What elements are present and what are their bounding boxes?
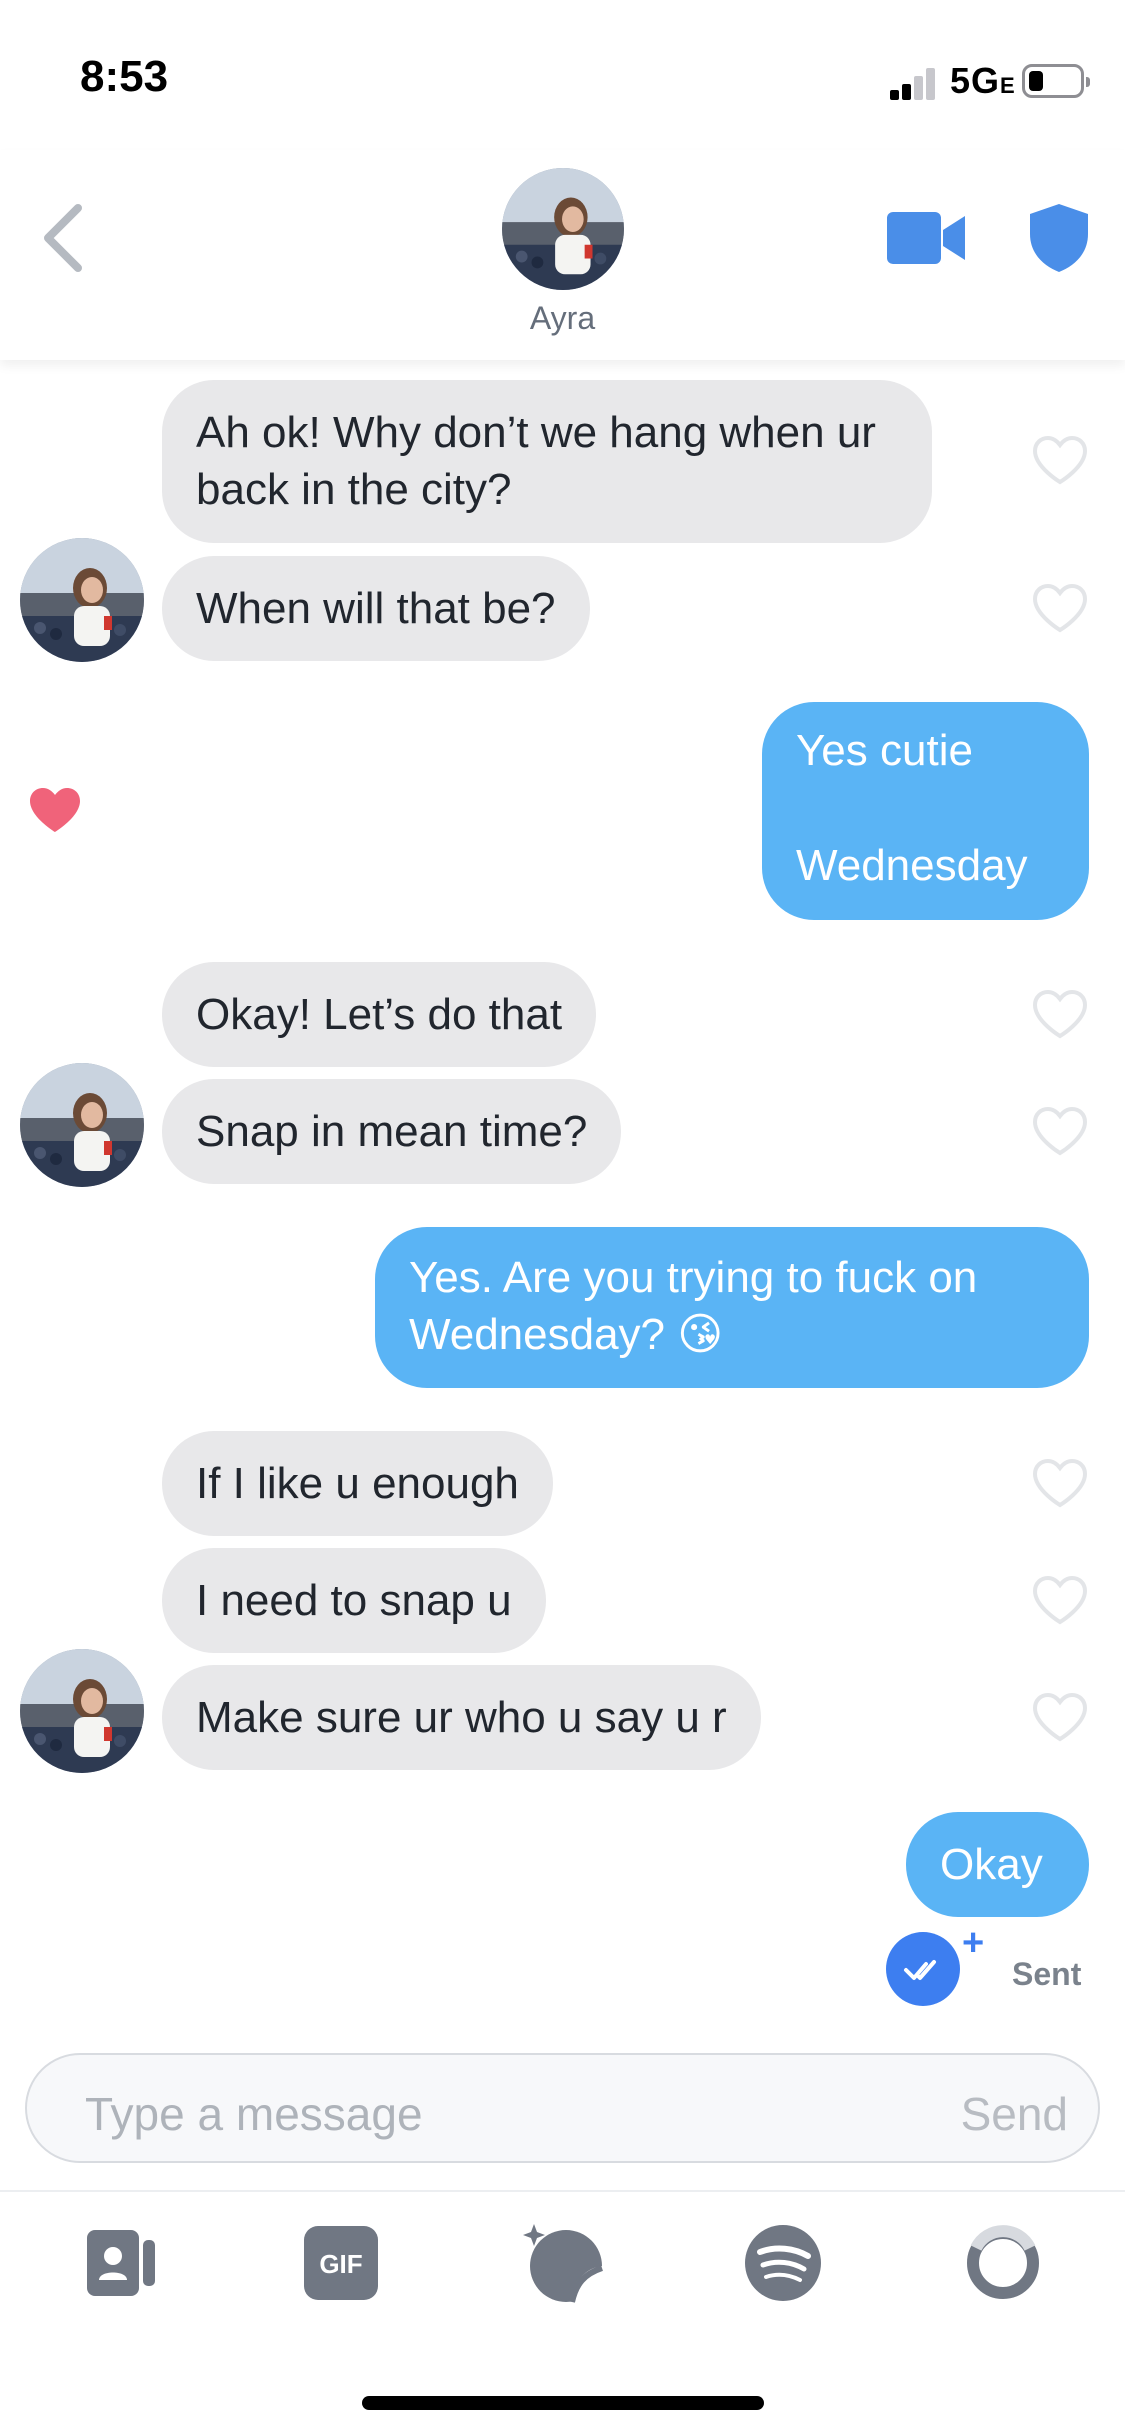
contact-name: Ayra: [529, 300, 596, 336]
sent-status-label: Sent: [1012, 1956, 1082, 1992]
incoming-message[interactable]: If I like u enough: [162, 1431, 553, 1536]
avatar-photo: [20, 1649, 144, 1773]
like-heart-icon[interactable]: [1031, 1574, 1089, 1626]
contact-avatar[interactable]: [20, 1649, 144, 1773]
network-type: 5G: [950, 60, 1001, 101]
incoming-message[interactable]: Okay! Let’s do that: [162, 962, 597, 1067]
like-heart-icon[interactable]: [1031, 1457, 1089, 1509]
status-time: 8:53: [80, 52, 169, 101]
like-heart-icon[interactable]: [1031, 1691, 1089, 1743]
contact-card-icon[interactable]: [77, 2218, 167, 2308]
loop-icon[interactable]: [958, 2218, 1048, 2308]
chat-header: Ayra: [0, 150, 1125, 360]
like-heart-icon[interactable]: [1031, 434, 1089, 486]
outgoing-message[interactable]: Yes cutie Wednesday: [762, 702, 1089, 920]
contact-avatar[interactable]: [20, 1063, 144, 1187]
incoming-message[interactable]: Snap in mean time?: [162, 1079, 622, 1184]
message-thread: Ah ok! Why don’t we hang when ur back in…: [0, 360, 1125, 2040]
video-camera-icon: [887, 212, 965, 264]
delivery-status: + Sent: [880, 1922, 1100, 2008]
toolbar-divider: [0, 2190, 1125, 2192]
like-heart-icon[interactable]: [1031, 988, 1089, 1040]
message-composer[interactable]: Type a message Send: [25, 2053, 1100, 2163]
incoming-message[interactable]: I need to snap u: [162, 1548, 546, 1653]
shield-icon: [1030, 204, 1088, 272]
contact-avatar[interactable]: [20, 538, 144, 662]
gif-icon[interactable]: GIF: [296, 2218, 386, 2308]
spotify-icon[interactable]: [738, 2218, 828, 2308]
like-heart-icon[interactable]: [1031, 1105, 1089, 1157]
outgoing-message[interactable]: Yes. Are you trying to fuck on Wednesday…: [375, 1227, 1089, 1388]
contact-avatar[interactable]: [502, 168, 624, 290]
safety-shield-button[interactable]: [1028, 202, 1090, 274]
sticker-icon[interactable]: [518, 2218, 608, 2308]
avatar-photo: [20, 1063, 144, 1187]
avatar-photo: [20, 538, 144, 662]
read-receipt-plus-icon[interactable]: +: [962, 1922, 984, 1965]
outgoing-message[interactable]: Okay: [906, 1812, 1089, 1917]
home-indicator[interactable]: [362, 2396, 764, 2410]
message-line: Wednesday: [796, 841, 1028, 890]
battery-level: [1029, 71, 1043, 91]
cellular-signal-icon: [890, 64, 946, 100]
status-bar: 8:53 5GE: [0, 0, 1125, 150]
chevron-left-icon: [44, 204, 82, 272]
back-button[interactable]: [36, 198, 96, 278]
battery-icon: [1022, 64, 1090, 98]
gif-label: GIF: [319, 2249, 362, 2279]
network-indicator: 5GE: [950, 60, 1016, 102]
network-suffix: E: [1000, 73, 1016, 98]
video-call-button[interactable]: [885, 208, 967, 268]
read-receipt-check-icon[interactable]: [886, 1932, 960, 2006]
send-button[interactable]: Send: [961, 2087, 1068, 2141]
message-line: Yes cutie: [796, 726, 973, 775]
like-heart-icon[interactable]: [1031, 582, 1089, 634]
incoming-message[interactable]: When will that be?: [162, 556, 590, 661]
liked-heart-icon: [30, 788, 80, 832]
message-input[interactable]: Type a message: [85, 2087, 423, 2141]
incoming-message[interactable]: Make sure ur who u say u r: [162, 1665, 761, 1770]
avatar-photo: [502, 168, 624, 290]
incoming-message[interactable]: Ah ok! Why don’t we hang when ur back in…: [162, 380, 932, 543]
